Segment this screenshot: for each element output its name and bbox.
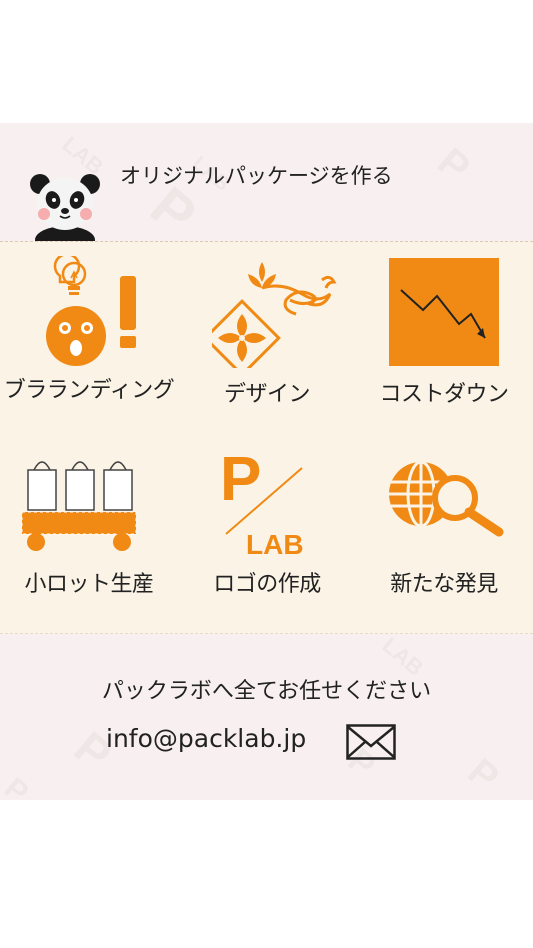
shopping-bags-cart-icon	[21, 461, 137, 551]
contact-band: LAB P P P P	[0, 634, 533, 800]
feature-label: ロゴの作成	[213, 572, 321, 597]
lightbulb-face-exclaim-icon	[46, 256, 136, 366]
cta-text: パックラボへ全てお任せください	[101, 679, 432, 704]
envelope-icon[interactable]	[346, 724, 396, 760]
feature-label: デザイン	[223, 382, 311, 407]
feature-logo[interactable]: P LAB ロゴの作成	[178, 446, 356, 636]
feature-small-lot[interactable]: 小ロット生産	[0, 446, 178, 636]
feature-label: 小ロット生産	[24, 572, 154, 597]
panda-icon	[30, 174, 100, 242]
page-title: オリジナルパッケージを作る	[120, 164, 393, 188]
page: LAB P LAB P オリジナルパッケージを作る ブラランディング デザイン …	[0, 0, 533, 948]
feature-label: 新たな発見	[390, 572, 498, 597]
globe-search-icon	[389, 460, 504, 537]
cost-down-chart-icon	[389, 258, 499, 366]
feature-branding[interactable]: ブラランディング	[0, 250, 178, 440]
email-link[interactable]: info@packlab.jp	[106, 724, 306, 753]
plab-logo-icon: P LAB	[220, 448, 304, 558]
feature-label: ブラランディング	[3, 378, 175, 403]
floral-ornament-icon	[212, 262, 337, 368]
feature-label: コストダウン	[379, 382, 509, 407]
feature-cost-down[interactable]: コストダウン	[355, 250, 533, 440]
svg-text:LAB: LAB	[246, 529, 304, 558]
feature-design[interactable]: デザイン	[178, 250, 356, 440]
svg-text:P: P	[220, 448, 261, 514]
feature-discovery[interactable]: 新たな発見	[355, 446, 533, 636]
